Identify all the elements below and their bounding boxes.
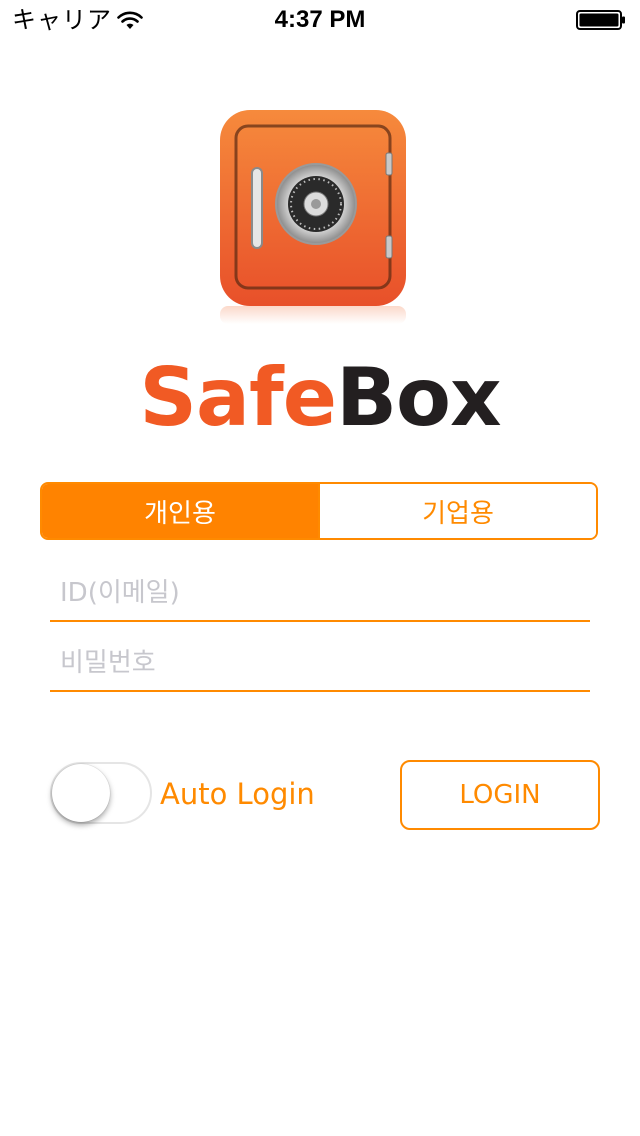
status-bar: キャリア 4:37 PM [0,0,640,40]
status-time: 4:37 PM [274,6,366,33]
login-button[interactable]: LOGIN [400,760,600,830]
wordmark-box: Box [336,351,502,444]
id-email-input[interactable] [50,562,590,620]
id-email-field-wrapper [50,562,590,622]
account-type-segmented-control: 개인용 기업용 [40,482,598,540]
battery-full-icon [576,10,625,30]
safe-vault-icon [220,110,406,324]
wordmark-safe: Safe [139,351,337,444]
password-input[interactable] [50,632,590,690]
toggle-knob [52,764,110,822]
password-field-wrapper [50,632,590,692]
segment-personal[interactable]: 개인용 [42,484,318,538]
login-screen: キャリア 4:37 PM SafeBox 개인용 기업용 ID(이메일) Aut… [0,0,640,1136]
auto-login-toggle[interactable] [50,762,152,824]
segment-enterprise[interactable]: 기업용 [318,484,596,538]
safebox-wordmark: SafeBox [0,348,640,448]
auto-login-label: Auto Login [160,777,315,811]
